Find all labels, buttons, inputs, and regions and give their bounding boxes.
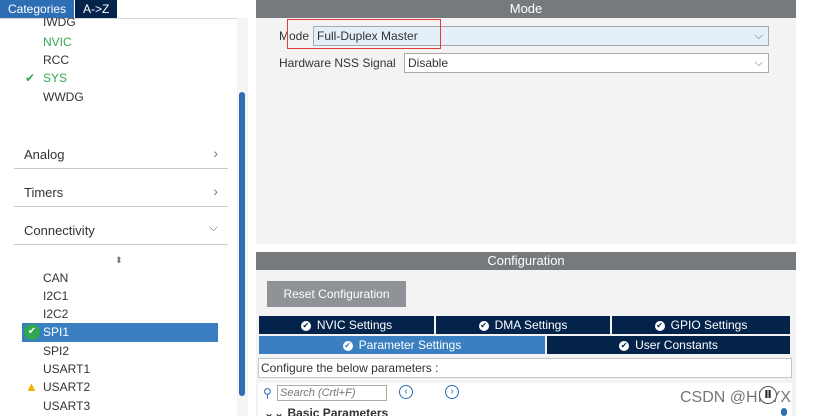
tab-dma-settings[interactable]: ✔ DMA Settings	[436, 316, 610, 334]
category-label: Analog	[24, 147, 65, 162]
tab-label: NVIC Settings	[316, 318, 393, 332]
tab-nvic-settings[interactable]: ✔ NVIC Settings	[259, 316, 434, 334]
scrollbar-thumb[interactable]	[239, 92, 245, 396]
mode-label: Mode	[279, 29, 310, 43]
tab-label: GPIO Settings	[670, 318, 748, 332]
chevron-down-icon: ⌵	[754, 30, 763, 42]
list-item-spi2[interactable]: SPI2	[43, 343, 69, 359]
search-icon: ⚲	[263, 386, 272, 400]
check-circle-icon: ✔	[342, 341, 353, 351]
list-item-can[interactable]: CAN	[43, 270, 68, 286]
tab-label: Parameter Settings	[358, 338, 462, 352]
list-item-usart2[interactable]: USART2	[43, 379, 90, 395]
check-circle-icon: ✔	[24, 324, 40, 340]
list-item-rcc[interactable]: RCC	[43, 52, 69, 68]
tab-parameter-settings[interactable]: ✔ Parameter Settings	[259, 336, 545, 354]
nss-value: Disable	[408, 56, 449, 70]
category-connectivity[interactable]: Connectivity ⌵	[14, 217, 228, 245]
basic-parameters-group[interactable]: ⌄⌄ Basic Parameters	[264, 406, 388, 416]
list-item-sys[interactable]: SYS	[43, 70, 67, 86]
arrow-right-icon[interactable]: ›	[445, 385, 459, 399]
list-item-spi1[interactable]: SPI1	[43, 324, 69, 340]
group-label: Basic Parameters	[287, 406, 389, 416]
left-category-panel: Categories A->Z IWDG NVIC RCC ✔ SYS WWDG…	[0, 0, 248, 416]
check-circle-icon: ✔	[478, 321, 489, 331]
arrow-left-icon[interactable]: ‹	[399, 385, 413, 399]
chevron-down-icon: ⌵	[208, 220, 218, 234]
list-item-i2c1[interactable]: I2C1	[43, 288, 68, 304]
chevron-right-icon: ›	[213, 145, 218, 161]
tab-gpio-settings[interactable]: ✔ GPIO Settings	[612, 316, 790, 334]
check-circle-icon: ✔	[654, 321, 665, 331]
tab-a-to-z[interactable]: A->Z	[74, 0, 118, 18]
category-analog[interactable]: Analog ›	[14, 141, 228, 169]
list-item-wwdg[interactable]: WWDG	[43, 89, 84, 105]
watermark-badge-icon: Ⅱ	[759, 386, 777, 404]
list-item-usart1[interactable]: USART1	[43, 361, 90, 377]
list-item-nvic[interactable]: NVIC	[43, 34, 72, 50]
tab-categories[interactable]: Categories	[0, 0, 75, 18]
check-circle-icon: ✔	[300, 321, 311, 331]
tabs-divider	[0, 18, 248, 19]
tab-label: DMA Settings	[494, 318, 568, 332]
check-circle-icon: ✔	[619, 341, 630, 351]
sort-icon[interactable]: ⬍	[115, 252, 123, 268]
warning-icon: ▲	[25, 379, 38, 394]
nss-select[interactable]: Disable ⌵	[404, 53, 769, 73]
category-label: Timers	[24, 185, 64, 200]
chevron-right-icon: ›	[213, 183, 218, 199]
right-config-panel: Mode Mode Full-Duplex Master ⌵ Hardware …	[256, 0, 796, 416]
category-timers[interactable]: Timers ›	[14, 179, 228, 207]
category-tabs: Categories A->Z	[0, 0, 118, 18]
mode-value: Full-Duplex Master	[317, 29, 418, 43]
collapse-icon: ⌄⌄	[264, 406, 288, 416]
tab-user-constants[interactable]: ✔ User Constants	[547, 336, 790, 354]
category-label: Connectivity	[24, 223, 95, 238]
search-input[interactable]	[277, 385, 387, 401]
mode-body: Mode Full-Duplex Master ⌵ Hardware NSS S…	[256, 13, 796, 244]
list-item-usart3[interactable]: USART3	[43, 398, 90, 414]
configuration-header: Configuration	[256, 252, 796, 270]
config-scrollbar-thumb[interactable]	[781, 408, 787, 416]
reset-configuration-button[interactable]: Reset Configuration	[267, 281, 406, 307]
mode-select[interactable]: Full-Duplex Master ⌵	[313, 26, 769, 46]
configure-info-text: Configure the below parameters :	[258, 358, 792, 378]
nss-label: Hardware NSS Signal	[279, 56, 396, 70]
list-item-i2c2[interactable]: I2C2	[43, 306, 68, 322]
section-gap	[256, 244, 796, 252]
chevron-down-icon: ⌵	[754, 57, 763, 69]
check-icon: ✔	[25, 71, 36, 85]
tab-label: User Constants	[635, 338, 718, 352]
